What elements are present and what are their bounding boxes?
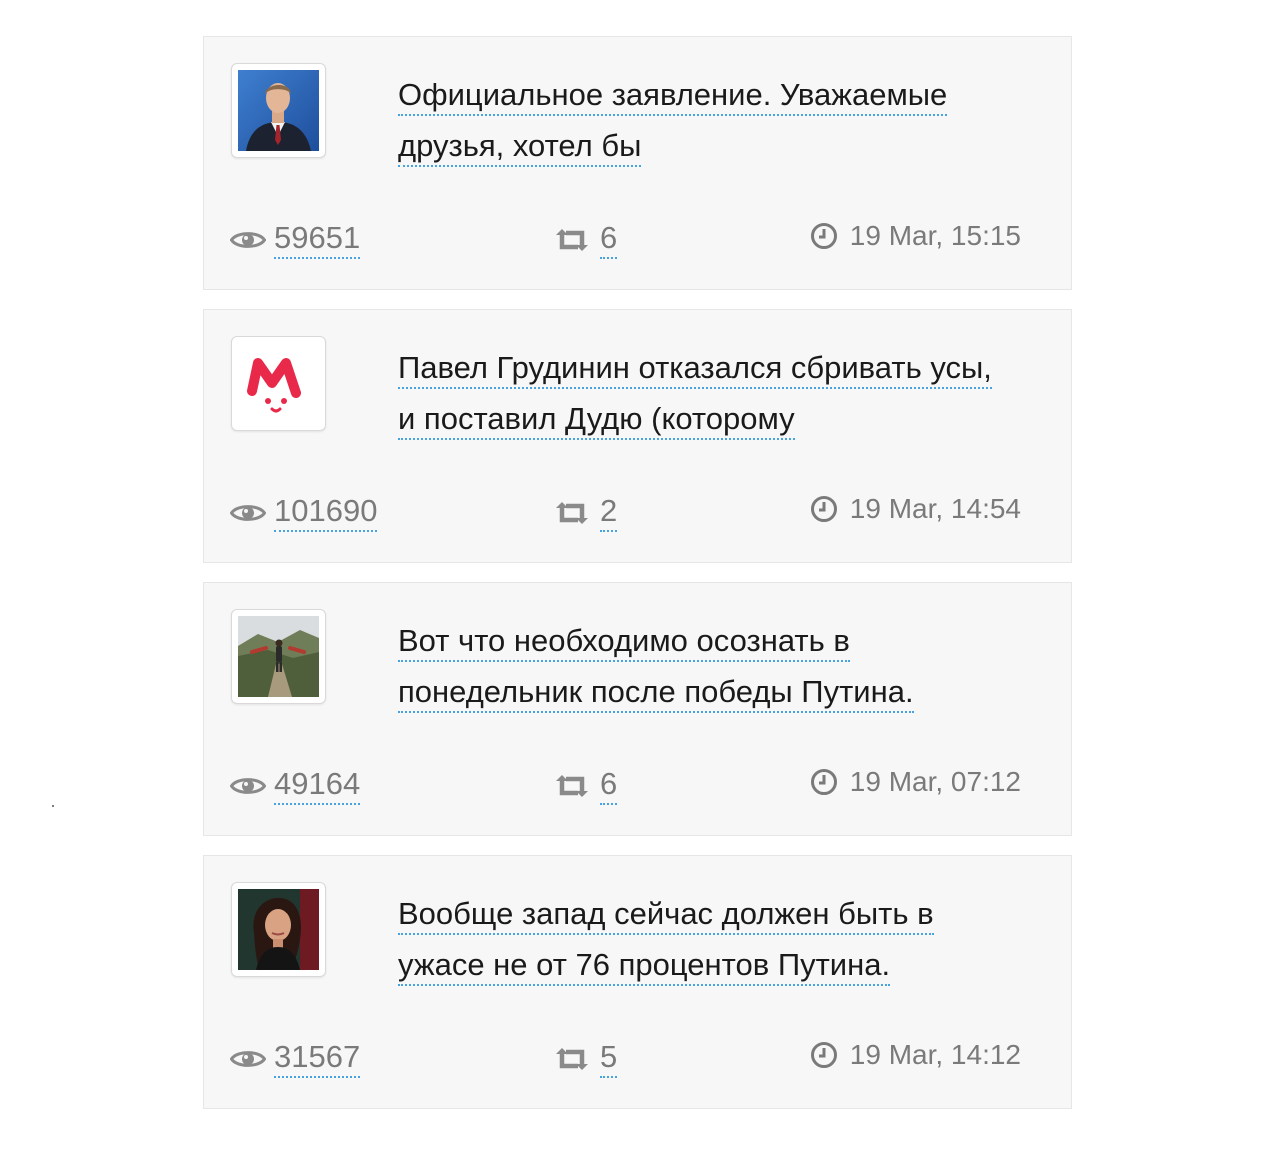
- views-count[interactable]: 31567: [274, 1039, 361, 1078]
- post-text-link[interactable]: Вот что необходимо осознать в понедельни…: [398, 623, 914, 713]
- views-count[interactable]: 49164: [274, 766, 361, 805]
- views-counter: 31567: [230, 1039, 361, 1078]
- post-stats: 101690 2 19 Mar, 14:54: [230, 493, 1021, 533]
- post-timestamp: 19 Mar, 15:15: [849, 220, 1021, 251]
- hiker-on-path-avatar-icon: [238, 616, 319, 697]
- reposts-counter: 5: [554, 1039, 618, 1078]
- woman-portrait-avatar-icon: [238, 889, 319, 970]
- views-counter: 49164: [230, 766, 361, 805]
- post-text[interactable]: Павел Грудинин отказался сбривать усы, и…: [398, 342, 998, 444]
- post-time: 19 Mar, 14:12: [810, 1039, 1021, 1071]
- post-card: Вот что необходимо осознать в понедельни…: [203, 582, 1072, 836]
- post-feed: Официальное заявление. Уважаемые друзья,…: [203, 36, 1072, 1128]
- post-stats: 49164 6 19 Mar, 07:12: [230, 766, 1021, 806]
- eye-icon: [230, 504, 266, 521]
- views-count[interactable]: 101690: [274, 493, 378, 532]
- post-avatar[interactable]: [231, 63, 326, 158]
- clock-icon: [810, 769, 837, 795]
- views-count[interactable]: 59651: [274, 220, 361, 259]
- clock-icon: [810, 496, 837, 522]
- reposts-counter: 6: [554, 766, 618, 805]
- post-text[interactable]: Вообще запад сейчас должен быть в ужасе …: [398, 888, 998, 990]
- post-stats: 59651 6 19 Mar, 15:15: [230, 220, 1021, 260]
- post-time: 19 Mar, 15:15: [810, 220, 1021, 252]
- post-card: Вообще запад сейчас должен быть в ужасе …: [203, 855, 1072, 1109]
- repost-icon: [556, 1047, 588, 1070]
- post-timestamp: 19 Mar, 07:12: [849, 766, 1021, 797]
- reposts-count[interactable]: 6: [600, 766, 618, 805]
- repost-icon: [556, 501, 588, 524]
- repost-icon: [556, 228, 588, 251]
- post-text[interactable]: Официальное заявление. Уважаемые друзья,…: [398, 69, 998, 171]
- post-text-link[interactable]: Вообще запад сейчас должен быть в ужасе …: [398, 896, 934, 986]
- post-timestamp: 19 Mar, 14:12: [849, 1039, 1021, 1070]
- reposts-counter: 6: [554, 220, 618, 259]
- post-avatar[interactable]: [231, 336, 326, 431]
- eye-icon: [230, 777, 266, 794]
- views-counter: 101690: [230, 493, 378, 532]
- post-time: 19 Mar, 14:54: [810, 493, 1021, 525]
- clock-icon: [810, 1042, 837, 1068]
- reposts-count[interactable]: 6: [600, 220, 618, 259]
- reposts-count[interactable]: 2: [600, 493, 618, 532]
- red-m-logo-avatar-icon: [238, 343, 319, 424]
- eye-icon: [230, 1050, 266, 1067]
- post-text-link[interactable]: Павел Грудинин отказался сбривать усы, и…: [398, 350, 992, 440]
- post-card: Павел Грудинин отказался сбривать усы, и…: [203, 309, 1072, 563]
- post-timestamp: 19 Mar, 14:54: [849, 493, 1021, 524]
- post-avatar[interactable]: [231, 609, 326, 704]
- reposts-counter: 2: [554, 493, 618, 532]
- stray-dot: [52, 805, 54, 807]
- post-card: Официальное заявление. Уважаемые друзья,…: [203, 36, 1072, 290]
- post-stats: 31567 5 19 Mar, 14:12: [230, 1039, 1021, 1079]
- repost-icon: [556, 774, 588, 797]
- post-text[interactable]: Вот что необходимо осознать в понедельни…: [398, 615, 998, 717]
- post-time: 19 Mar, 07:12: [810, 766, 1021, 798]
- post-text-link[interactable]: Официальное заявление. Уважаемые друзья,…: [398, 77, 948, 167]
- politician-in-suit-avatar-icon: [238, 70, 319, 151]
- post-avatar[interactable]: [231, 882, 326, 977]
- eye-icon: [230, 231, 266, 248]
- clock-icon: [810, 223, 837, 249]
- reposts-count[interactable]: 5: [600, 1039, 618, 1078]
- views-counter: 59651: [230, 220, 361, 259]
